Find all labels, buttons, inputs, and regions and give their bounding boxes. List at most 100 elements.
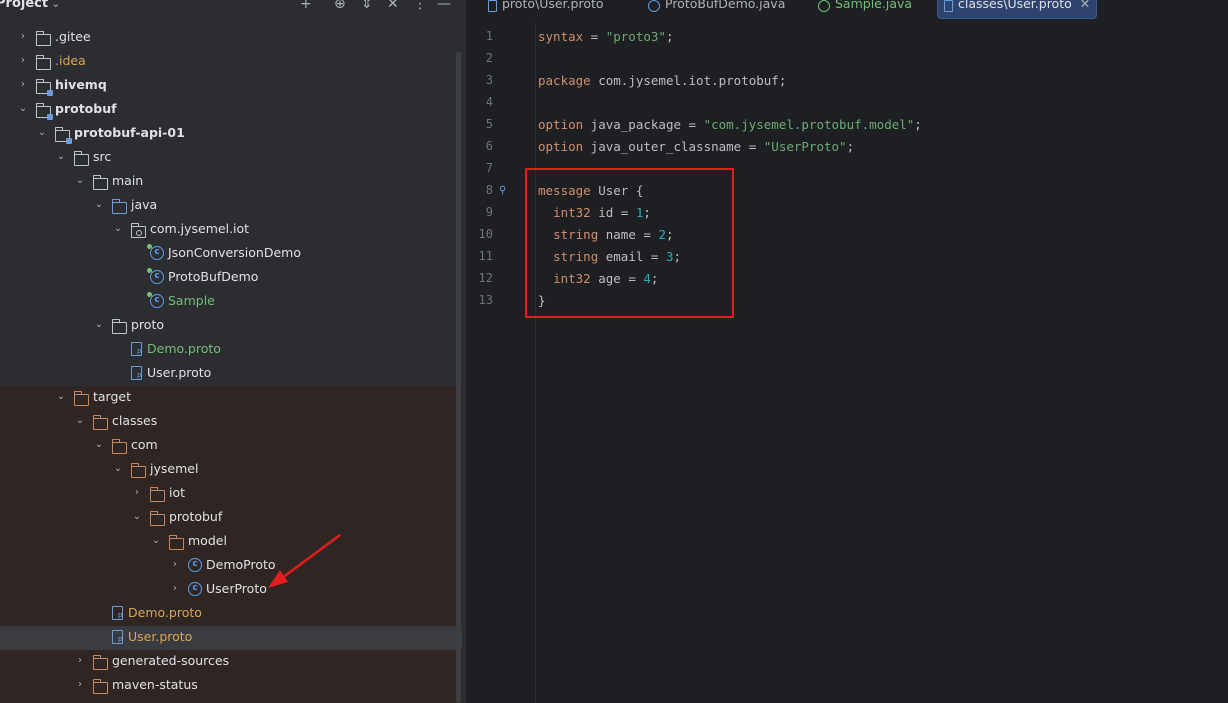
- tree-node-label: src: [93, 149, 112, 164]
- chevron-right-icon[interactable]: ›: [75, 679, 85, 691]
- tab-sample-java[interactable]: Sample.java: [818, 0, 912, 18]
- tree-node[interactable]: Demo.proto: [0, 338, 462, 362]
- collapse-all-icon[interactable]: ✕: [387, 0, 399, 12]
- tab-protobufdemo-java[interactable]: ProtoBufDemo.java: [648, 0, 785, 18]
- proto-file-icon: [488, 0, 497, 12]
- code-line[interactable]: 4: [471, 92, 1228, 114]
- chevron-right-icon[interactable]: ›: [18, 79, 28, 91]
- line-number: 11: [478, 249, 493, 263]
- tree-scrollbar[interactable]: [456, 52, 461, 703]
- tree-node-label: protobuf-api-01: [74, 125, 185, 140]
- project-title-dropdown[interactable]: Project ⌄: [0, 0, 60, 11]
- options-icon[interactable]: ⋮: [413, 0, 427, 12]
- tree-node[interactable]: ⌄ target: [0, 386, 462, 410]
- folder-icon: [92, 415, 108, 430]
- tree-node[interactable]: › c UserProto: [0, 578, 462, 602]
- folder-icon: [92, 175, 108, 190]
- tab-classes-user-proto[interactable]: classes\User.proto ✕: [937, 0, 1098, 19]
- proto-file-icon: [112, 606, 123, 620]
- line-number: 3: [485, 73, 493, 87]
- tree-node[interactable]: c JsonConversionDemo: [0, 242, 462, 266]
- proto-file-icon: [131, 342, 142, 356]
- tree-node[interactable]: › maven-status: [0, 674, 462, 698]
- chevron-down-icon[interactable]: ⌄: [75, 175, 85, 187]
- module-folder-icon: [54, 127, 72, 144]
- tree-node[interactable]: User.proto: [0, 362, 462, 386]
- chevron-down-icon[interactable]: ⌄: [113, 223, 123, 235]
- chevron-down-icon[interactable]: ⌄: [94, 439, 104, 451]
- tree-node[interactable]: › iot: [0, 482, 462, 506]
- class-icon: c: [188, 582, 202, 596]
- chevron-right-icon[interactable]: ›: [170, 583, 180, 595]
- tree-node[interactable]: c Sample: [0, 290, 462, 314]
- chevron-down-icon[interactable]: ⌄: [151, 535, 161, 547]
- tree-node[interactable]: ⌄ com.jysemel.iot: [0, 218, 462, 242]
- tree-node[interactable]: ⌄ main: [0, 170, 462, 194]
- locate-icon[interactable]: ⊕: [334, 0, 346, 12]
- tree-node[interactable]: ⌄ classes: [0, 410, 462, 434]
- code-text: syntax = "proto3";: [538, 29, 674, 44]
- tab-proto-user-proto[interactable]: proto\User.proto: [488, 0, 604, 18]
- tree-node-label: main: [112, 173, 144, 188]
- line-number: 12: [478, 271, 493, 285]
- tree-node[interactable]: ⌄ java: [0, 194, 462, 218]
- code-line[interactable]: 2: [471, 48, 1228, 70]
- tree-node[interactable]: Demo.proto: [0, 602, 462, 626]
- chevron-down-icon[interactable]: ⌄: [94, 199, 104, 211]
- chevron-down-icon[interactable]: ⌄: [56, 151, 66, 163]
- code-line[interactable]: 5 option java_package = "com.jysemel.prot…: [471, 114, 1228, 136]
- tree-node[interactable]: › c DemoProto: [0, 554, 462, 578]
- folder-icon: [92, 679, 108, 694]
- implemented-gutter-icon[interactable]: ⚲: [499, 185, 511, 197]
- chevron-down-icon[interactable]: ⌄: [132, 511, 142, 523]
- tree-node[interactable]: ⌄ src: [0, 146, 462, 170]
- tree-node-label: ProtoBufDemo: [168, 269, 259, 284]
- tree-node[interactable]: ⌄ protobuf: [0, 98, 462, 122]
- chevron-down-icon[interactable]: ⌄: [56, 391, 66, 403]
- folder-icon: [149, 511, 165, 526]
- tree-node[interactable]: › .gitee: [0, 26, 462, 50]
- class-icon: c: [147, 244, 164, 260]
- tree-node[interactable]: ⌄ com: [0, 434, 462, 458]
- chevron-down-icon[interactable]: ⌄: [94, 319, 104, 331]
- tree-node[interactable]: › generated-sources: [0, 650, 462, 674]
- tree-node[interactable]: ⌄ protobuf: [0, 506, 462, 530]
- chevron-right-icon[interactable]: ›: [170, 559, 180, 571]
- tree-node[interactable]: ⌄ model: [0, 530, 462, 554]
- run-badge-icon: [147, 292, 152, 297]
- tree-node[interactable]: › .idea: [0, 50, 462, 74]
- module-badge-icon: [47, 90, 53, 96]
- folder-icon: [111, 439, 127, 454]
- code-line[interactable]: 3 package com.jysemel.iot.protobuf;: [471, 70, 1228, 92]
- tree-node-label: protobuf: [55, 101, 117, 116]
- folder-icon: [73, 151, 89, 166]
- chevron-right-icon[interactable]: ›: [18, 31, 28, 43]
- run-badge-icon: [147, 244, 152, 249]
- chevron-down-icon[interactable]: ⌄: [113, 463, 123, 475]
- hide-icon[interactable]: —: [437, 0, 451, 12]
- tree-node[interactable]: User.proto: [0, 626, 462, 650]
- chevron-right-icon[interactable]: ›: [132, 487, 142, 499]
- chevron-down-icon[interactable]: ⌄: [37, 127, 47, 139]
- code-line[interactable]: 1 syntax = "proto3";: [471, 26, 1228, 48]
- chevron-down-icon[interactable]: ⌄: [18, 103, 28, 115]
- add-icon[interactable]: +: [300, 0, 312, 12]
- tree-node[interactable]: › hivemq: [0, 74, 462, 98]
- close-icon[interactable]: ✕: [1080, 0, 1090, 11]
- tree-node-label: maven-status: [112, 677, 198, 692]
- tree-node-label: classes: [112, 413, 158, 428]
- line-number: 7: [485, 161, 493, 175]
- code-line[interactable]: 6 option java_outer_classname = "UserProt…: [471, 136, 1228, 158]
- chevron-right-icon[interactable]: ›: [75, 655, 85, 667]
- tree-node[interactable]: ⌄ protobuf-api-01: [0, 122, 462, 146]
- tree-node[interactable]: ⌄ jysemel: [0, 458, 462, 482]
- tree-node[interactable]: ⌄ proto: [0, 314, 462, 338]
- chevron-right-icon[interactable]: ›: [18, 55, 28, 67]
- tree-node-label: .idea: [55, 53, 86, 68]
- folder-icon: [111, 199, 127, 214]
- expand-all-icon[interactable]: ⇕: [361, 0, 373, 12]
- chevron-down-icon[interactable]: ⌄: [75, 415, 85, 427]
- tree-node-label: hivemq: [55, 77, 107, 92]
- tree-node[interactable]: c ProtoBufDemo: [0, 266, 462, 290]
- tree-node-label: model: [188, 533, 227, 548]
